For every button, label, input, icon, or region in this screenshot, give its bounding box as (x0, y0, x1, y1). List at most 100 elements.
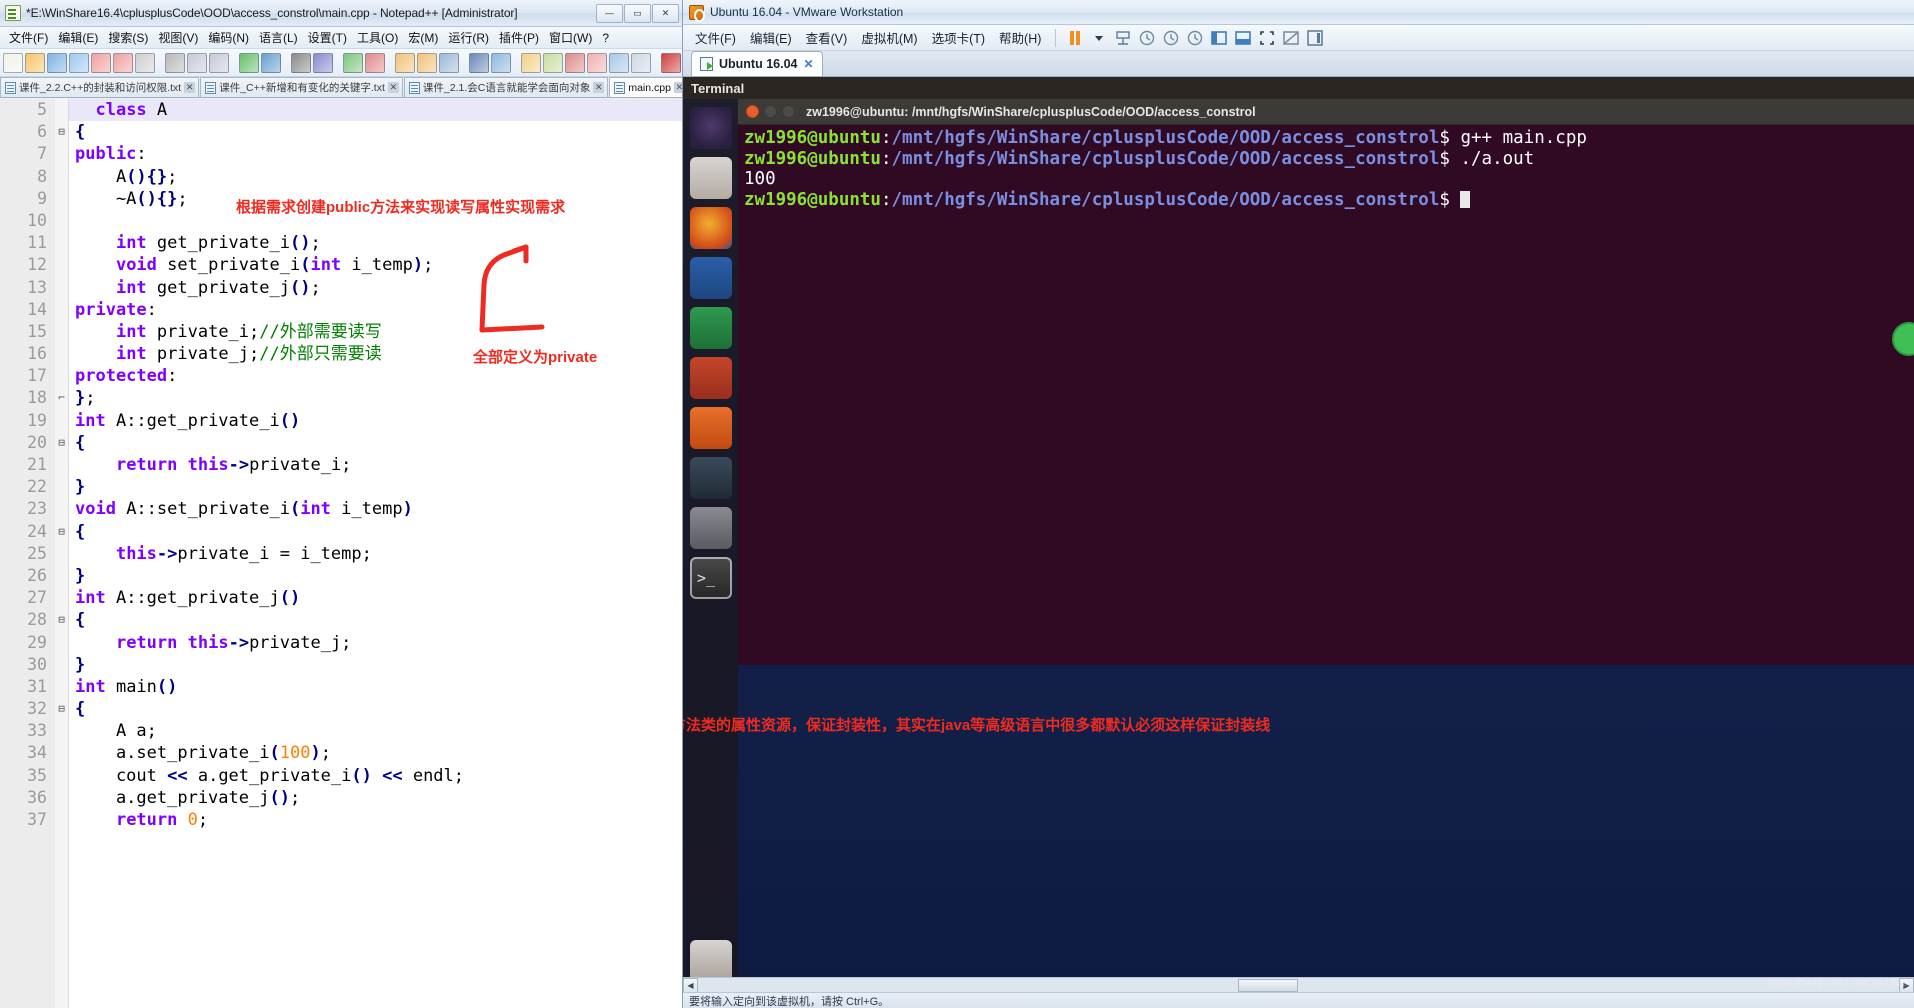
npp-menu-item-6[interactable]: 设置(T) (303, 27, 352, 48)
vm-menu-item-5[interactable]: 帮助(H) (993, 25, 1047, 50)
fullscreen-icon[interactable] (1256, 28, 1278, 48)
sync-scroll-h-icon[interactable] (417, 52, 437, 73)
unity-mode-icon[interactable] (1280, 28, 1302, 48)
fold-toggle[interactable]: ⊟ (55, 609, 68, 631)
npp-menu-item-4[interactable]: 编码(N) (203, 27, 254, 48)
zoom-in-icon[interactable] (343, 52, 363, 73)
folder-workspace-icon[interactable] (609, 52, 629, 73)
scrollbar-track[interactable] (698, 978, 1899, 993)
pause-icon[interactable] (1064, 28, 1086, 48)
show-thumbnails-icon[interactable] (1232, 28, 1254, 48)
launcher-trash-icon[interactable] (689, 940, 732, 982)
code-editor[interactable]: 5 6 7 8 9 10 11 12 13 14 15 16 17 18 19 20 21 22 23 24 25 26 2… (0, 99, 682, 1008)
npp-menu-item-7[interactable]: 工具(O) (352, 27, 403, 48)
npp-doc-tab-close-icon[interactable]: ✕ (387, 82, 399, 93)
npp-doc-tab-3[interactable]: main.cpp✕ (609, 77, 682, 97)
record-macro-icon[interactable] (661, 52, 681, 73)
close-all-icon[interactable] (113, 52, 133, 73)
close-file-icon[interactable] (91, 52, 111, 73)
cut-icon[interactable] (165, 52, 185, 73)
maximize-button[interactable]: ▭ (624, 3, 651, 23)
print-icon[interactable] (135, 52, 155, 73)
launcher-ubuntu-dash-icon[interactable] (689, 107, 732, 149)
console-view-icon[interactable] (1304, 28, 1326, 48)
minimize-button[interactable]: — (596, 3, 623, 23)
vm-menu-item-1[interactable]: 编辑(E) (744, 25, 798, 50)
code-line[interactable]: int get_private_i(); (69, 232, 682, 254)
close-button[interactable]: ✕ (652, 3, 679, 23)
fold-toggle[interactable]: ⌐ (55, 387, 68, 409)
npp-menu-item-12[interactable]: ? (597, 29, 614, 47)
code-line[interactable]: return this->private_j; (69, 632, 682, 654)
launcher-libreoffice-writer-icon[interactable] (689, 257, 732, 299)
vm-menu-item-2[interactable]: 查看(V) (800, 25, 854, 50)
code-line[interactable]: int A::get_private_j() (69, 587, 682, 609)
terminal-minimize-icon[interactable] (764, 105, 777, 118)
guest-os-screen[interactable]: Terminal >_ zw1996@ubuntu: /mnt/hgfs/Win… (683, 77, 1914, 992)
code-line[interactable]: void A::set_private_i(int i_temp) (69, 498, 682, 520)
launcher-terminal-icon[interactable]: >_ (689, 557, 732, 599)
snapshot-manager-icon[interactable] (1112, 28, 1134, 48)
sync-scroll-v-icon[interactable] (395, 52, 415, 73)
ui-view-icon[interactable] (521, 52, 541, 73)
launcher-files-icon[interactable] (689, 157, 732, 199)
npp-menu-item-10[interactable]: 插件(P) (494, 27, 544, 48)
scrollbar-thumb[interactable] (1238, 978, 1299, 992)
npp-doc-tab-close-icon[interactable]: ✕ (184, 82, 196, 93)
undo-icon[interactable] (239, 52, 259, 73)
code-line[interactable]: A(){}; (69, 166, 682, 188)
code-line[interactable]: private: (69, 299, 682, 321)
vm-tab-ubuntu[interactable]: Ubuntu 16.04 ✕ (691, 51, 823, 76)
guest-horizontal-scrollbar[interactable]: ◀ ▶ (683, 977, 1914, 993)
code-line[interactable]: } (69, 476, 682, 498)
code-line[interactable]: } (69, 565, 682, 587)
monitor-icon[interactable] (631, 52, 651, 73)
npp-menu-item-0[interactable]: 文件(F) (4, 27, 53, 48)
code-line[interactable]: public: (69, 143, 682, 165)
code-line[interactable]: } (69, 654, 682, 676)
fold-toggle[interactable]: ⊟ (55, 121, 68, 143)
launcher-system-settings-icon[interactable] (689, 507, 732, 549)
doc-map-icon[interactable] (565, 52, 585, 73)
save-all-icon[interactable] (69, 52, 89, 73)
zoom-out-icon[interactable] (365, 52, 385, 73)
find-icon[interactable] (291, 52, 311, 73)
terminal-maximize-icon[interactable] (782, 105, 795, 118)
npp-menu-item-1[interactable]: 编辑(E) (53, 27, 103, 48)
user-language-icon[interactable] (543, 52, 563, 73)
vm-menu-item-4[interactable]: 选项卡(T) (926, 25, 991, 50)
code-line[interactable]: int get_private_j(); (69, 277, 682, 299)
code-line[interactable]: int A::get_private_i() (69, 410, 682, 432)
npp-menu-item-5[interactable]: 语言(L) (254, 27, 303, 48)
code-line[interactable]: protected: (69, 365, 682, 387)
fold-toggle[interactable]: ⊟ (55, 521, 68, 543)
code-line[interactable]: cout << a.get_private_i() << endl; (69, 765, 682, 787)
vm-menu-item-0[interactable]: 文件(F) (689, 25, 742, 50)
code-line[interactable]: }; (69, 387, 682, 409)
code-line[interactable]: a.set_private_i(100); (69, 742, 682, 764)
revert-snapshot-icon[interactable] (1160, 28, 1182, 48)
word-wrap-icon[interactable] (439, 52, 459, 73)
code-line[interactable]: return 0; (69, 809, 682, 831)
fold-toggle[interactable]: ⊟ (55, 432, 68, 454)
code-line[interactable]: void set_private_i(int i_temp); (69, 254, 682, 276)
take-snapshot-icon[interactable] (1136, 28, 1158, 48)
launcher-libreoffice-impress-icon[interactable] (689, 357, 732, 399)
show-sidebar-icon[interactable] (1208, 28, 1230, 48)
code-line[interactable]: a.get_private_j(); (69, 787, 682, 809)
npp-doc-tab-close-icon[interactable]: ✕ (673, 82, 682, 93)
npp-doc-tab-1[interactable]: 课件_C++新增和有变化的关键字.txt ✕ (200, 77, 403, 97)
code-line[interactable]: { (69, 698, 682, 720)
launcher-libreoffice-calc-icon[interactable] (689, 307, 732, 349)
copy-icon[interactable] (187, 52, 207, 73)
code-line[interactable]: return this->private_i; (69, 454, 682, 476)
save-icon[interactable] (47, 52, 67, 73)
redo-icon[interactable] (261, 52, 281, 73)
code-line[interactable]: { (69, 609, 682, 631)
npp-menu-item-11[interactable]: 窗口(W) (544, 27, 597, 48)
code-line[interactable]: class A (69, 99, 682, 122)
open-file-icon[interactable] (25, 52, 45, 73)
code-line[interactable]: { (69, 121, 682, 143)
scroll-left-arrow[interactable]: ◀ (683, 977, 698, 993)
vm-tab-close-icon[interactable]: ✕ (804, 57, 814, 71)
